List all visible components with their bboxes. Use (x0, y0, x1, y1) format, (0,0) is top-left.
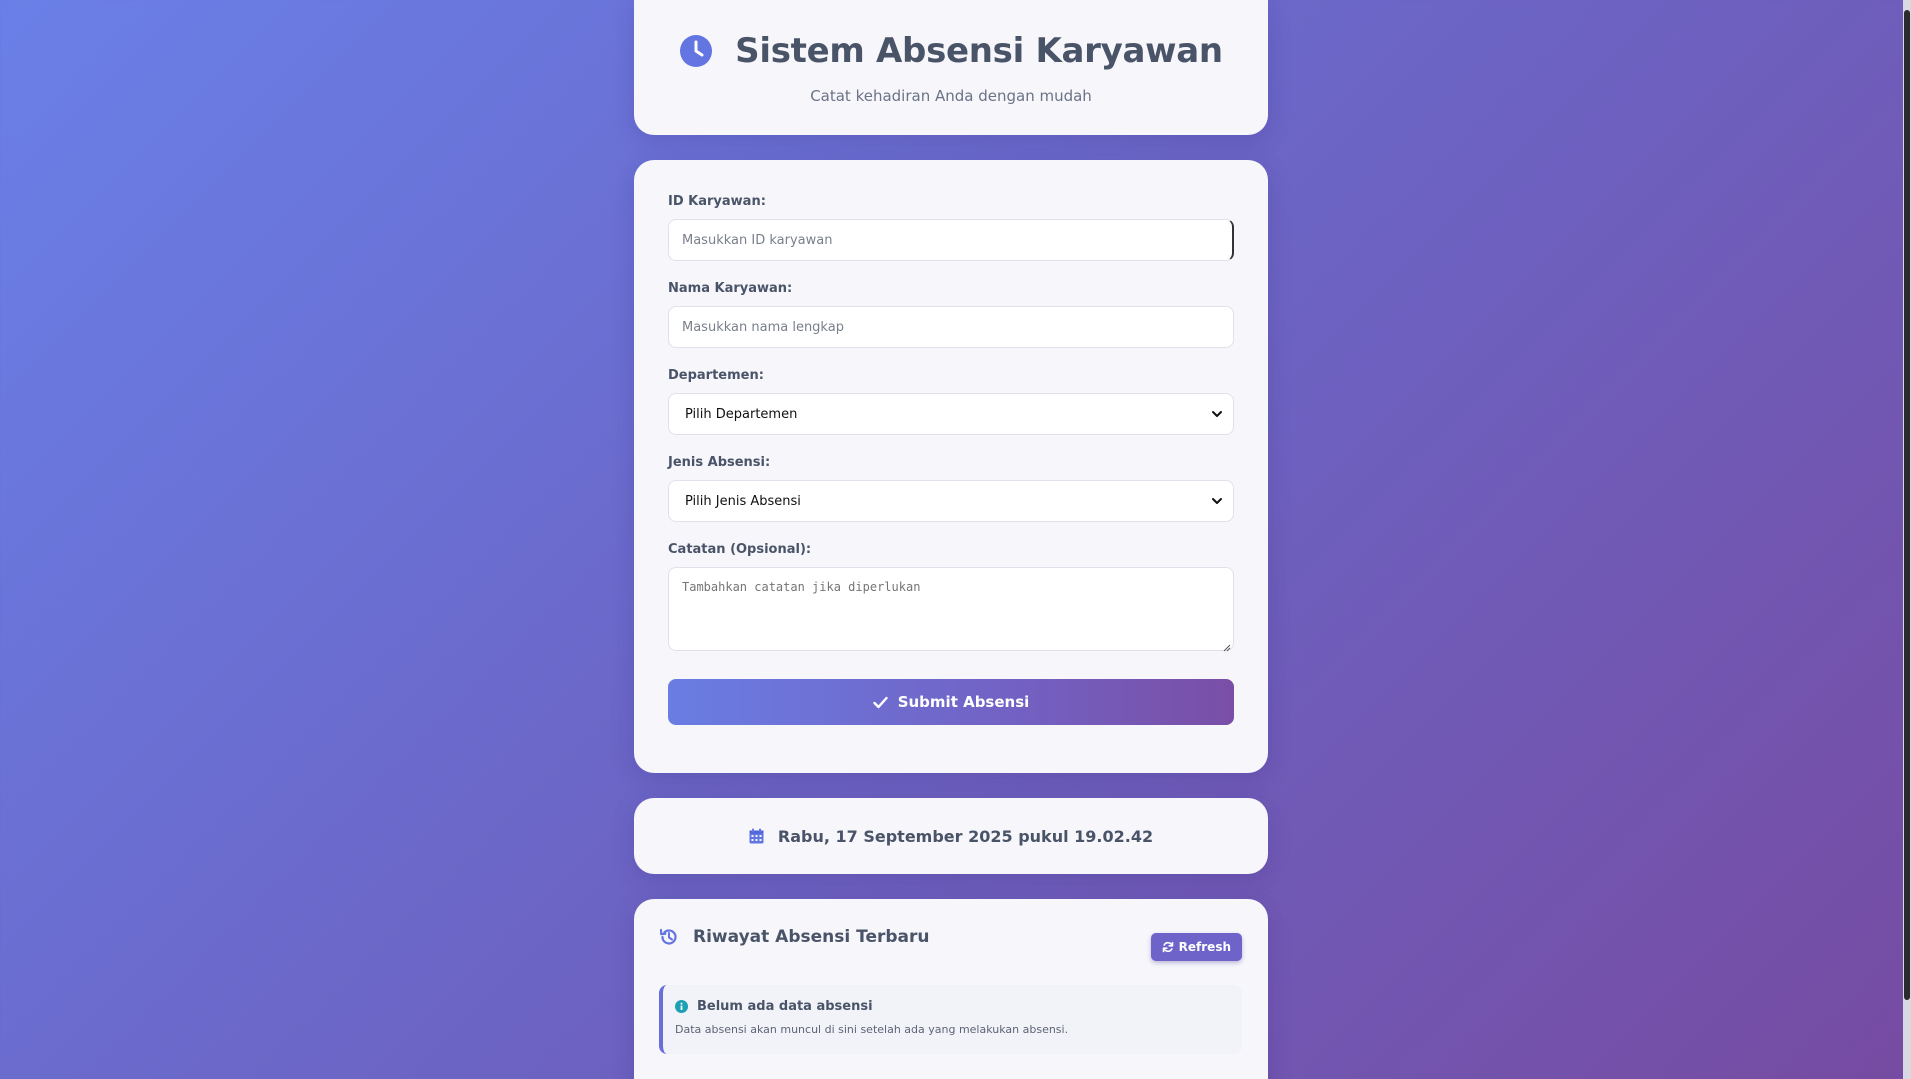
history-title-row: Riwayat Absensi Terbaru (659, 927, 930, 947)
department-field: Departemen: Pilih Departemen (668, 368, 1234, 435)
refresh-button[interactable]: Refresh (1150, 933, 1242, 961)
clock-icon (680, 35, 713, 67)
attendance-type-select[interactable]: Pilih Jenis Absensi (668, 480, 1234, 522)
empty-state-text: Data absensi akan muncul di sini setelah… (675, 1023, 1069, 1036)
empty-state-title-row: Belum ada data absensi (675, 999, 1242, 1014)
employee-id-input[interactable] (668, 219, 1234, 261)
current-datetime: Rabu, 17 September 2025 pukul 19.02.42 (777, 826, 1154, 846)
notes-textarea[interactable] (668, 567, 1234, 651)
history-icon (659, 928, 677, 945)
notes-field: Catatan (Opsional): (668, 542, 1234, 655)
attendance-type-field: Jenis Absensi: Pilih Jenis Absensi (668, 455, 1234, 522)
title-row: Sistem Absensi Karyawan (634, 31, 1268, 71)
refresh-label: Refresh (1178, 940, 1231, 954)
page-title: Sistem Absensi Karyawan (735, 31, 1223, 71)
employee-id-label: ID Karyawan: (668, 194, 766, 209)
employee-id-field: ID Karyawan: (668, 194, 1234, 261)
history-title: Riwayat Absensi Terbaru (693, 927, 930, 947)
main-column: Sistem Absensi Karyawan Catat kehadiran … (634, 0, 1268, 1079)
notes-wrapper (668, 567, 1234, 655)
empty-state-title: Belum ada data absensi (697, 999, 873, 1014)
history-card: Riwayat Absensi Terbaru Refresh Belum ad… (634, 899, 1268, 1079)
submit-button[interactable]: Submit Absensi (668, 679, 1234, 725)
calendar-icon (749, 828, 764, 844)
datetime-card: Rabu, 17 September 2025 pukul 19.02.42 (634, 798, 1268, 874)
employee-name-field: Nama Karyawan: (668, 281, 1234, 348)
attendance-type-selected-value: Pilih Jenis Absensi (685, 493, 801, 509)
history-header: Riwayat Absensi Terbaru Refresh (659, 927, 1242, 961)
info-icon (675, 1000, 688, 1013)
submit-label: Submit Absensi (897, 693, 1030, 711)
check-icon (873, 696, 888, 708)
chevron-down-icon (1212, 411, 1222, 417)
employee-name-input[interactable] (668, 306, 1234, 348)
header-card: Sistem Absensi Karyawan Catat kehadiran … (634, 0, 1268, 135)
department-label: Departemen: (668, 368, 764, 383)
resize-grip-icon[interactable] (1221, 642, 1231, 652)
refresh-icon (1162, 941, 1173, 953)
empty-state-alert: Belum ada data absensi Data absensi akan… (659, 985, 1242, 1054)
department-selected-value: Pilih Departemen (685, 406, 798, 422)
attendance-form: ID Karyawan: Nama Karyawan: Departemen: … (634, 160, 1268, 773)
notes-label: Catatan (Opsional): (668, 542, 812, 557)
chevron-down-icon (1212, 498, 1222, 504)
scrollbar-thumb[interactable] (1904, 10, 1910, 1000)
employee-name-label: Nama Karyawan: (668, 281, 793, 296)
page-scrollbar[interactable] (1903, 0, 1911, 1079)
page-subtitle: Catat kehadiran Anda dengan mudah (810, 87, 1092, 105)
department-select[interactable]: Pilih Departemen (668, 393, 1234, 435)
attendance-type-label: Jenis Absensi: (668, 455, 771, 470)
